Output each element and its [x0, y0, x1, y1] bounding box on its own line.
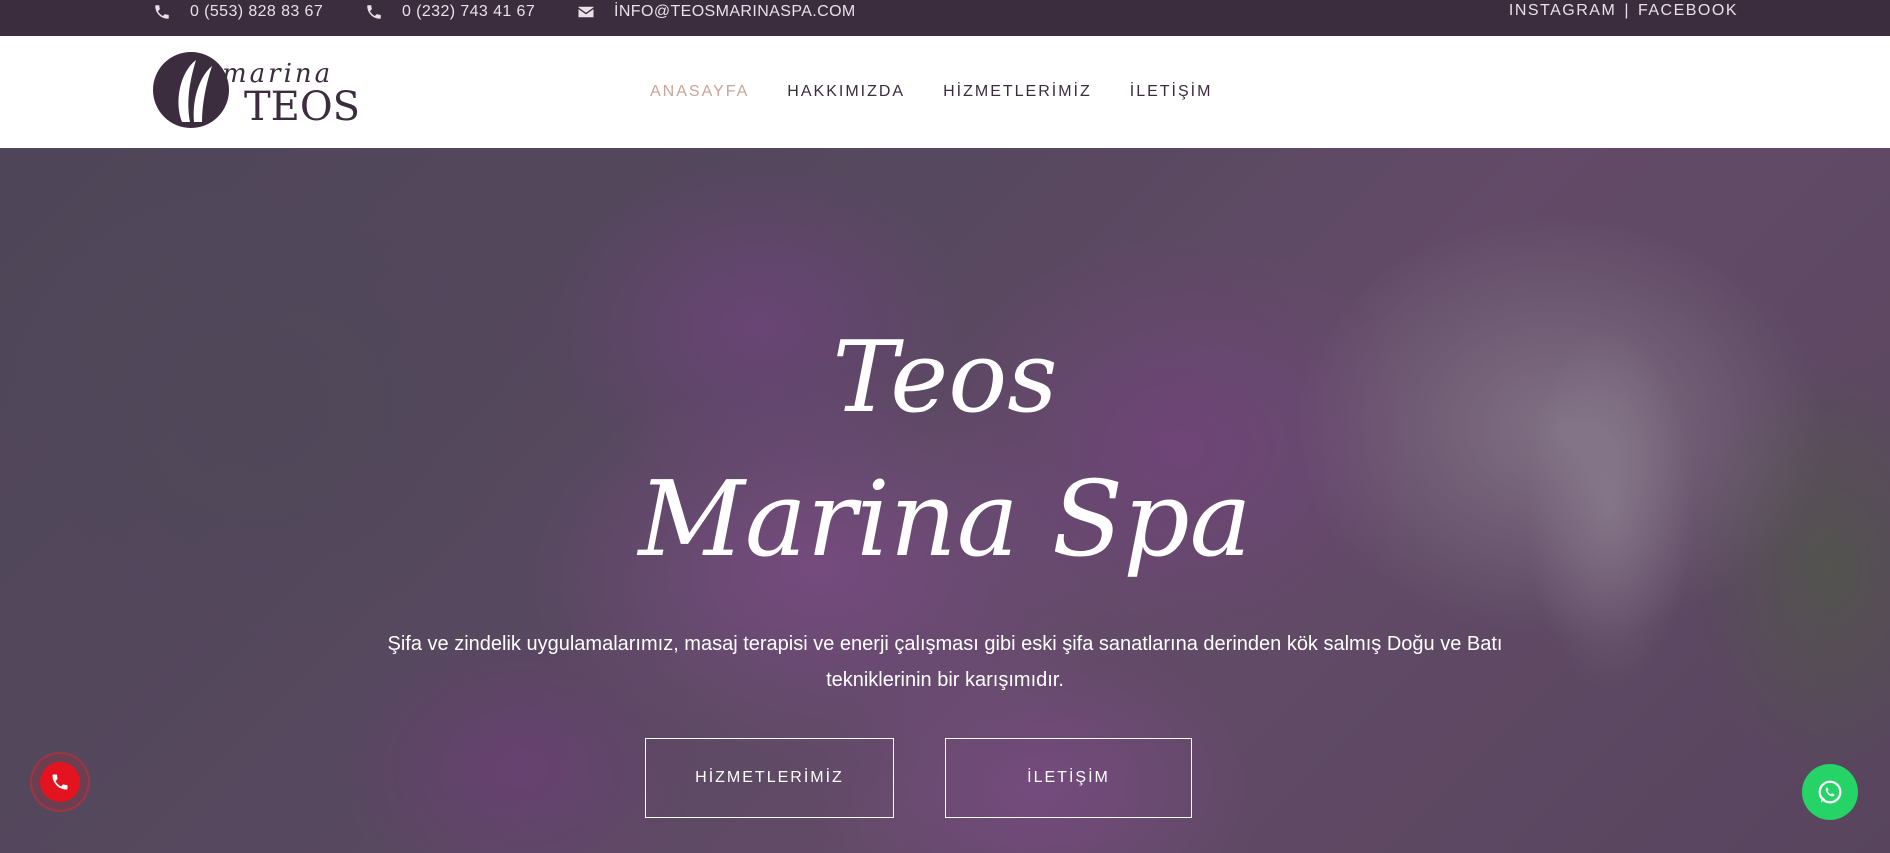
logo-mark: marina TEOS: [153, 52, 360, 130]
site-header: marina TEOS ANASAYFA HAKKIMIZDA HİZMETLE…: [0, 36, 1890, 148]
phone1-text: 0 (553) 828 83 67: [190, 3, 324, 20]
site-logo[interactable]: marina TEOS: [152, 52, 366, 132]
facebook-link[interactable]: FACEBOOK: [1638, 2, 1738, 20]
nav-item-iletisim[interactable]: İLETİŞİM: [1130, 83, 1213, 101]
top-contact-bar: 0 (553) 828 83 67 0 (232) 743 41 67 İNFO…: [0, 0, 1890, 36]
hero-title-line1: Teos: [832, 321, 1058, 435]
hero-content: Teos Marina Spa Şifa ve zindelik uygulam…: [0, 148, 1890, 853]
call-now-button[interactable]: [30, 752, 90, 812]
whatsapp-button[interactable]: [1802, 764, 1858, 820]
main-nav: ANASAYFA HAKKIMIZDA HİZMETLERİMİZ İLETİŞ…: [650, 36, 1250, 148]
nav-item-hizmetlerimiz[interactable]: HİZMETLERİMİZ: [943, 83, 1092, 101]
phone2-contact[interactable]: 0 (232) 743 41 67: [364, 2, 535, 22]
hero-section: Teos Marina Spa Şifa ve zindelik uygulam…: [0, 148, 1890, 853]
phone-icon: [364, 2, 384, 22]
contact-button[interactable]: İLETİŞİM: [945, 738, 1192, 818]
hero-title-line2: Marina Spa: [638, 458, 1252, 580]
phone-icon: [52, 774, 68, 790]
logo-main-text: TEOS: [244, 84, 360, 130]
instagram-link[interactable]: INSTAGRAM: [1509, 2, 1616, 20]
social-separator: |: [1624, 2, 1630, 19]
envelope-icon: [576, 2, 596, 22]
whatsapp-icon: [1818, 780, 1842, 804]
hero-subtitle: Şifa ve zindelik uygulamalarımız, masaj …: [387, 633, 1503, 691]
social-links: INSTAGRAM | FACEBOOK: [1509, 2, 1738, 20]
services-button[interactable]: HİZMETLERİMİZ: [645, 738, 894, 818]
phone2-text: 0 (232) 743 41 67: [402, 3, 536, 20]
nav-item-anasayfa[interactable]: ANASAYFA: [650, 83, 749, 101]
email-contact[interactable]: İNFO@TEOSMARINASPA.COM: [576, 2, 856, 22]
phone-icon: [152, 2, 172, 22]
phone1-contact[interactable]: 0 (553) 828 83 67: [152, 2, 323, 22]
nav-item-hakkimizda[interactable]: HAKKIMIZDA: [787, 83, 905, 101]
email-text: İNFO@TEOSMARINASPA.COM: [614, 3, 856, 20]
call-button-inner: [40, 762, 80, 802]
